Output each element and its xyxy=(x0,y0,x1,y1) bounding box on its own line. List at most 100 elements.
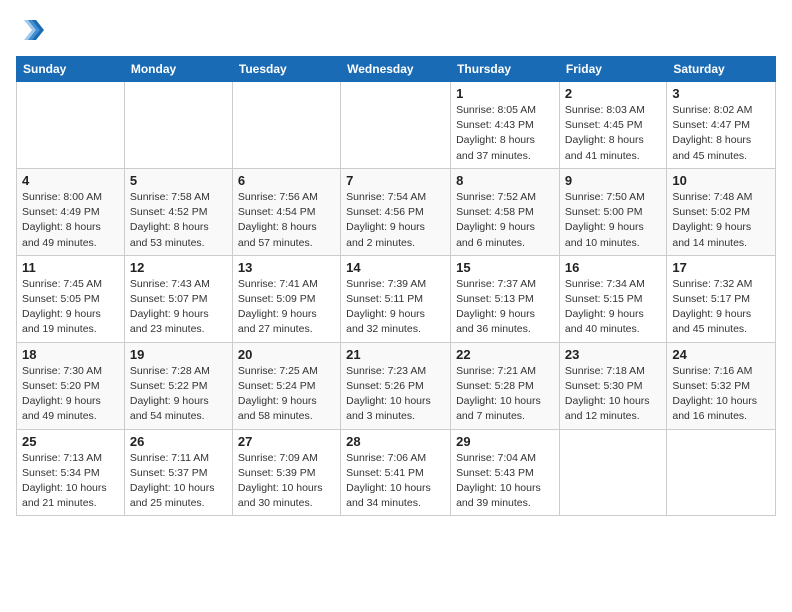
day-info: Sunrise: 7:58 AM Sunset: 4:52 PM Dayligh… xyxy=(130,190,227,251)
day-info: Sunrise: 7:21 AM Sunset: 5:28 PM Dayligh… xyxy=(456,364,554,425)
logo xyxy=(16,16,48,44)
day-info: Sunrise: 8:03 AM Sunset: 4:45 PM Dayligh… xyxy=(565,103,661,164)
calendar-cell: 14 Sunrise: 7:39 AM Sunset: 5:11 PM Dayli… xyxy=(341,255,451,342)
calendar-cell: 21 Sunrise: 7:23 AM Sunset: 5:26 PM Dayli… xyxy=(341,342,451,429)
weekday-header-wednesday: Wednesday xyxy=(341,57,451,82)
calendar-week-3: 11 Sunrise: 7:45 AM Sunset: 5:05 PM Dayli… xyxy=(17,255,776,342)
day-number: 15 xyxy=(456,260,554,275)
calendar-cell: 5 Sunrise: 7:58 AM Sunset: 4:52 PM Daylig… xyxy=(124,168,232,255)
calendar-cell: 6 Sunrise: 7:56 AM Sunset: 4:54 PM Daylig… xyxy=(232,168,340,255)
day-info: Sunrise: 7:25 AM Sunset: 5:24 PM Dayligh… xyxy=(238,364,335,425)
weekday-header-sunday: Sunday xyxy=(17,57,125,82)
day-number: 8 xyxy=(456,173,554,188)
day-info: Sunrise: 7:39 AM Sunset: 5:11 PM Dayligh… xyxy=(346,277,445,338)
day-info: Sunrise: 7:04 AM Sunset: 5:43 PM Dayligh… xyxy=(456,451,554,512)
header-row: SundayMondayTuesdayWednesdayThursdayFrid… xyxy=(17,57,776,82)
weekday-header-saturday: Saturday xyxy=(667,57,776,82)
calendar-cell: 23 Sunrise: 7:18 AM Sunset: 5:30 PM Dayli… xyxy=(559,342,666,429)
calendar-body: 1 Sunrise: 8:05 AM Sunset: 4:43 PM Daylig… xyxy=(17,82,776,516)
day-number: 17 xyxy=(672,260,770,275)
calendar-cell: 18 Sunrise: 7:30 AM Sunset: 5:20 PM Dayli… xyxy=(17,342,125,429)
day-info: Sunrise: 7:48 AM Sunset: 5:02 PM Dayligh… xyxy=(672,190,770,251)
day-number: 25 xyxy=(22,434,119,449)
day-number: 24 xyxy=(672,347,770,362)
day-number: 20 xyxy=(238,347,335,362)
day-number: 13 xyxy=(238,260,335,275)
day-number: 9 xyxy=(565,173,661,188)
day-info: Sunrise: 7:09 AM Sunset: 5:39 PM Dayligh… xyxy=(238,451,335,512)
day-info: Sunrise: 7:50 AM Sunset: 5:00 PM Dayligh… xyxy=(565,190,661,251)
calendar-cell: 17 Sunrise: 7:32 AM Sunset: 5:17 PM Dayli… xyxy=(667,255,776,342)
day-info: Sunrise: 7:32 AM Sunset: 5:17 PM Dayligh… xyxy=(672,277,770,338)
calendar-week-4: 18 Sunrise: 7:30 AM Sunset: 5:20 PM Dayli… xyxy=(17,342,776,429)
day-number: 1 xyxy=(456,86,554,101)
day-info: Sunrise: 7:43 AM Sunset: 5:07 PM Dayligh… xyxy=(130,277,227,338)
calendar-cell: 2Sunrise: 8:03 AM Sunset: 4:45 PM Daylig… xyxy=(559,82,666,169)
calendar-cell: 9 Sunrise: 7:50 AM Sunset: 5:00 PM Daylig… xyxy=(559,168,666,255)
page-header xyxy=(16,16,776,44)
day-number: 23 xyxy=(565,347,661,362)
calendar-cell xyxy=(232,82,340,169)
day-info: Sunrise: 7:41 AM Sunset: 5:09 PM Dayligh… xyxy=(238,277,335,338)
day-number: 21 xyxy=(346,347,445,362)
calendar-header: SundayMondayTuesdayWednesdayThursdayFrid… xyxy=(17,57,776,82)
day-info: Sunrise: 7:34 AM Sunset: 5:15 PM Dayligh… xyxy=(565,277,661,338)
calendar-cell: 19Sunrise: 7:28 AM Sunset: 5:22 PM Dayli… xyxy=(124,342,232,429)
day-number: 19 xyxy=(130,347,227,362)
calendar-cell: 13 Sunrise: 7:41 AM Sunset: 5:09 PM Dayli… xyxy=(232,255,340,342)
weekday-header-thursday: Thursday xyxy=(451,57,560,82)
calendar-cell: 4 Sunrise: 8:00 AM Sunset: 4:49 PM Daylig… xyxy=(17,168,125,255)
weekday-header-tuesday: Tuesday xyxy=(232,57,340,82)
calendar-cell xyxy=(124,82,232,169)
calendar-cell xyxy=(559,429,666,516)
calendar-cell: 22 Sunrise: 7:21 AM Sunset: 5:28 PM Dayli… xyxy=(451,342,560,429)
day-number: 11 xyxy=(22,260,119,275)
day-info: Sunrise: 7:56 AM Sunset: 4:54 PM Dayligh… xyxy=(238,190,335,251)
calendar-cell: 7 Sunrise: 7:54 AM Sunset: 4:56 PM Daylig… xyxy=(341,168,451,255)
day-info: Sunrise: 7:37 AM Sunset: 5:13 PM Dayligh… xyxy=(456,277,554,338)
day-info: Sunrise: 7:54 AM Sunset: 4:56 PM Dayligh… xyxy=(346,190,445,251)
calendar-cell: 28Sunrise: 7:06 AM Sunset: 5:41 PM Dayli… xyxy=(341,429,451,516)
day-number: 12 xyxy=(130,260,227,275)
day-info: Sunrise: 7:30 AM Sunset: 5:20 PM Dayligh… xyxy=(22,364,119,425)
weekday-header-monday: Monday xyxy=(124,57,232,82)
calendar-cell: 29Sunrise: 7:04 AM Sunset: 5:43 PM Dayli… xyxy=(451,429,560,516)
day-number: 26 xyxy=(130,434,227,449)
calendar-cell: 27 Sunrise: 7:09 AM Sunset: 5:39 PM Dayli… xyxy=(232,429,340,516)
calendar-cell: 1 Sunrise: 8:05 AM Sunset: 4:43 PM Daylig… xyxy=(451,82,560,169)
day-info: Sunrise: 7:16 AM Sunset: 5:32 PM Dayligh… xyxy=(672,364,770,425)
calendar-cell xyxy=(17,82,125,169)
day-number: 6 xyxy=(238,173,335,188)
day-number: 10 xyxy=(672,173,770,188)
calendar-cell: 3 Sunrise: 8:02 AM Sunset: 4:47 PM Daylig… xyxy=(667,82,776,169)
calendar-week-2: 4 Sunrise: 8:00 AM Sunset: 4:49 PM Daylig… xyxy=(17,168,776,255)
day-info: Sunrise: 8:00 AM Sunset: 4:49 PM Dayligh… xyxy=(22,190,119,251)
day-info: Sunrise: 7:13 AM Sunset: 5:34 PM Dayligh… xyxy=(22,451,119,512)
logo-icon xyxy=(16,16,44,44)
day-info: Sunrise: 8:05 AM Sunset: 4:43 PM Dayligh… xyxy=(456,103,554,164)
calendar-cell: 16 Sunrise: 7:34 AM Sunset: 5:15 PM Dayli… xyxy=(559,255,666,342)
day-number: 4 xyxy=(22,173,119,188)
day-number: 3 xyxy=(672,86,770,101)
calendar-cell: 11 Sunrise: 7:45 AM Sunset: 5:05 PM Dayli… xyxy=(17,255,125,342)
day-number: 27 xyxy=(238,434,335,449)
calendar-cell: 10 Sunrise: 7:48 AM Sunset: 5:02 PM Dayli… xyxy=(667,168,776,255)
day-number: 5 xyxy=(130,173,227,188)
day-info: Sunrise: 7:18 AM Sunset: 5:30 PM Dayligh… xyxy=(565,364,661,425)
calendar-cell: 8Sunrise: 7:52 AM Sunset: 4:58 PM Daylig… xyxy=(451,168,560,255)
calendar-cell: 26 Sunrise: 7:11 AM Sunset: 5:37 PM Dayli… xyxy=(124,429,232,516)
calendar-week-5: 25 Sunrise: 7:13 AM Sunset: 5:34 PM Dayli… xyxy=(17,429,776,516)
calendar-cell: 25 Sunrise: 7:13 AM Sunset: 5:34 PM Dayli… xyxy=(17,429,125,516)
day-number: 7 xyxy=(346,173,445,188)
day-info: Sunrise: 7:11 AM Sunset: 5:37 PM Dayligh… xyxy=(130,451,227,512)
day-number: 16 xyxy=(565,260,661,275)
day-info: Sunrise: 7:23 AM Sunset: 5:26 PM Dayligh… xyxy=(346,364,445,425)
calendar-cell xyxy=(341,82,451,169)
calendar-week-1: 1 Sunrise: 8:05 AM Sunset: 4:43 PM Daylig… xyxy=(17,82,776,169)
day-number: 14 xyxy=(346,260,445,275)
day-info: Sunrise: 7:45 AM Sunset: 5:05 PM Dayligh… xyxy=(22,277,119,338)
calendar-cell xyxy=(667,429,776,516)
day-number: 18 xyxy=(22,347,119,362)
day-info: Sunrise: 8:02 AM Sunset: 4:47 PM Dayligh… xyxy=(672,103,770,164)
day-number: 22 xyxy=(456,347,554,362)
